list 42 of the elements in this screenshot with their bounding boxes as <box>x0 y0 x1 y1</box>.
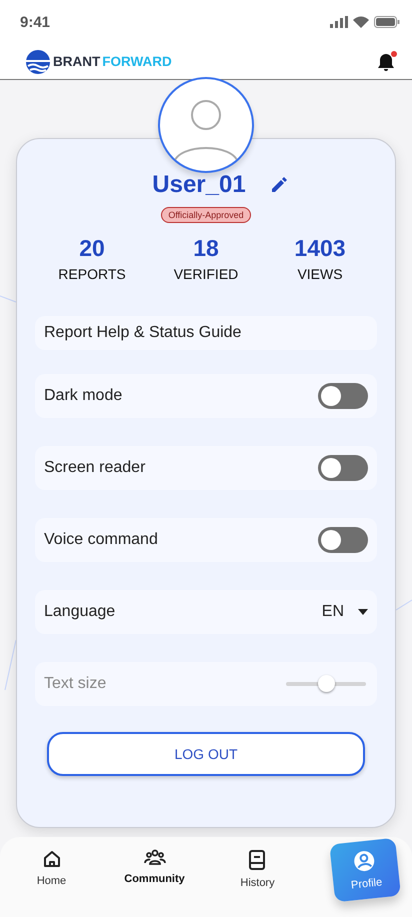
signal-icon <box>330 16 348 28</box>
stat-value: 1403 <box>293 235 347 262</box>
username: User_01 <box>152 171 246 199</box>
setting-label: Voice command <box>44 531 158 549</box>
brand-name: BRANT <box>53 54 100 69</box>
nav-tab[interactable]: Profile <box>328 838 401 902</box>
caret-icon <box>358 609 368 615</box>
stat-value: 18 <box>192 235 220 262</box>
nav-tab[interactable]: Community <box>124 849 185 885</box>
toggle-switch[interactable] <box>318 527 368 553</box>
nav-tab[interactable]: Home <box>36 849 66 887</box>
wifi-icon <box>353 16 369 28</box>
background-line <box>396 600 412 610</box>
setting-label: Screen reader <box>44 459 146 477</box>
logo-icon <box>25 48 51 74</box>
profile-icon <box>352 849 376 874</box>
stat-value: 20 <box>78 235 106 262</box>
toggle-switch[interactable] <box>318 455 368 481</box>
home-icon <box>42 849 62 869</box>
text-size-slider[interactable] <box>284 675 368 693</box>
people-icon <box>144 849 166 867</box>
battery-icon <box>374 16 400 28</box>
stat-label: VERIFIED <box>172 266 240 282</box>
approval-badge: Officially-Approved <box>161 207 251 223</box>
logout-button[interactable]: LOG OUT <box>47 732 365 776</box>
bell-icon[interactable] <box>376 52 396 72</box>
stat-label: VIEWS <box>296 266 344 282</box>
background-line <box>4 640 16 690</box>
book-icon <box>248 849 266 871</box>
brand-name: FORWARD <box>102 54 172 69</box>
help-row[interactable]: Report Help & Status Guide <box>35 316 377 350</box>
stat-label: REPORTS <box>57 266 127 282</box>
status-time: 9:41 <box>20 14 50 30</box>
setting-label: Language <box>44 603 116 621</box>
background-line <box>0 296 16 302</box>
setting-label: Report Help & Status Guide <box>44 324 242 342</box>
setting-label: Dark mode <box>44 387 122 405</box>
nav-tab[interactable]: History <box>240 849 275 889</box>
edit-icon[interactable] <box>270 176 288 194</box>
setting-label: Text size <box>44 675 106 693</box>
toggle-switch[interactable] <box>318 383 368 409</box>
language-dropdown[interactable]: EN <box>322 603 368 621</box>
